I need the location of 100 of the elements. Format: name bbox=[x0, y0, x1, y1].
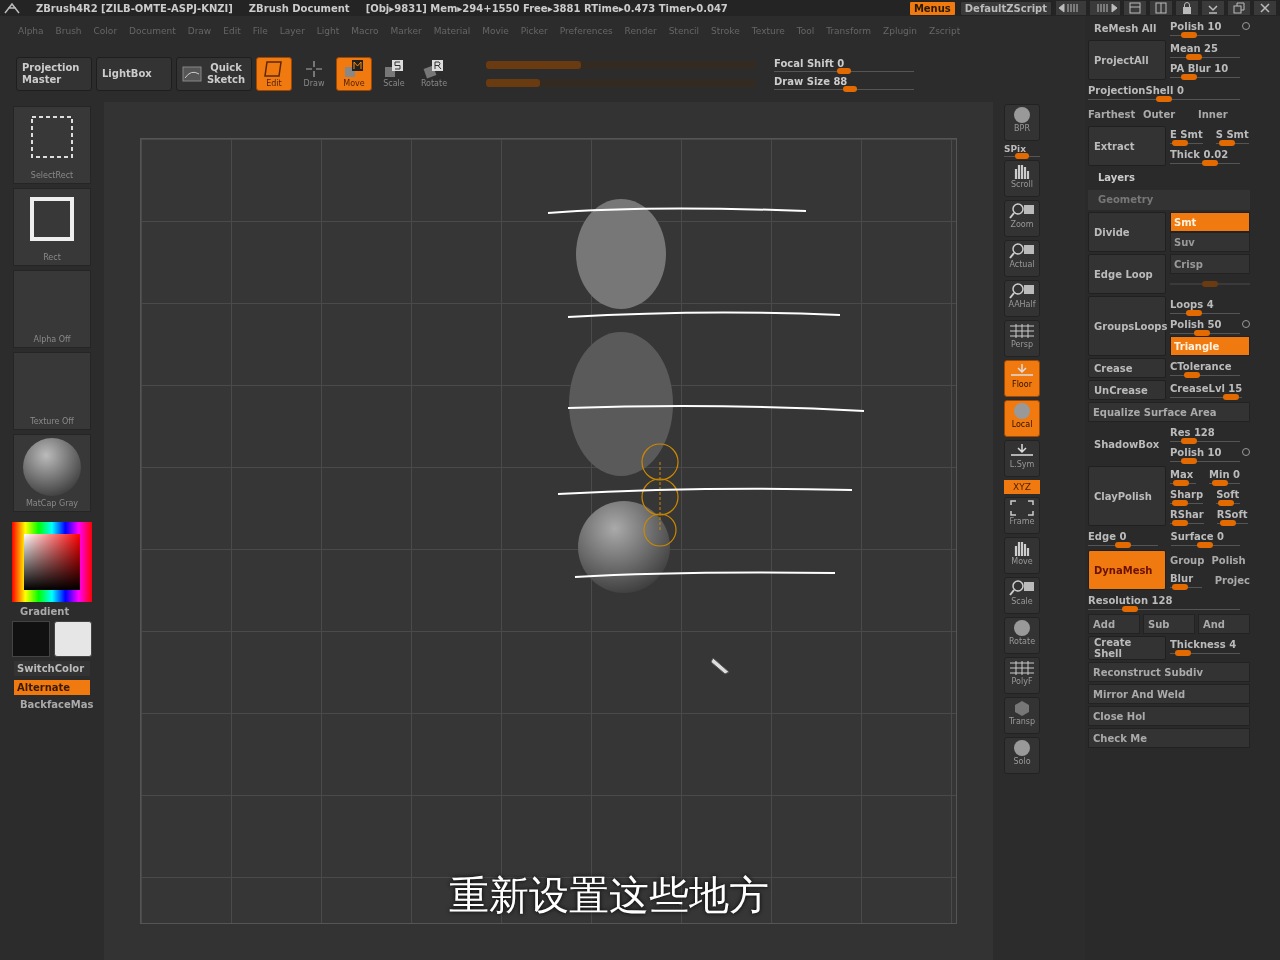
lock-icon[interactable] bbox=[1176, 1, 1198, 15]
tray-slider[interactable]: Thick 0.02 bbox=[1170, 146, 1250, 166]
tray-button[interactable]: ReMesh All bbox=[1088, 18, 1166, 38]
thumbnail-button[interactable]: Alpha Off bbox=[13, 270, 91, 348]
slider-thumb[interactable] bbox=[1180, 31, 1197, 38]
slider-thumb[interactable] bbox=[1171, 139, 1188, 146]
layout-icon[interactable] bbox=[1150, 1, 1172, 15]
tray-option[interactable]: Inner bbox=[1198, 108, 1250, 120]
tool-button[interactable]: Rotate bbox=[416, 57, 452, 91]
tray-slider[interactable]: CreaseLvl 15 bbox=[1170, 380, 1253, 400]
tray-slider[interactable]: Res 128 bbox=[1170, 424, 1250, 444]
tray-button[interactable]: Divide bbox=[1088, 212, 1166, 252]
thumbnail-button[interactable]: Rect bbox=[13, 188, 91, 266]
slider-thumb[interactable] bbox=[1186, 53, 1203, 60]
tray-slider[interactable]: E Smt bbox=[1170, 126, 1213, 146]
restore-icon[interactable] bbox=[1228, 1, 1250, 15]
tray-button[interactable]: Equalize Surface Area bbox=[1088, 402, 1250, 422]
tray-button[interactable]: Edge Loop bbox=[1088, 254, 1166, 294]
tray-slider[interactable]: Surface 0 bbox=[1170, 528, 1250, 548]
slider-thumb[interactable] bbox=[1114, 541, 1131, 548]
view-button[interactable]: Persp bbox=[1004, 320, 1040, 357]
tray-slider[interactable]: Min 0 bbox=[1209, 466, 1250, 486]
tray-slider[interactable]: PA Blur 10 bbox=[1170, 60, 1250, 80]
view-button[interactable]: Rotate bbox=[1004, 617, 1040, 654]
slider-thumb[interactable] bbox=[1171, 499, 1188, 506]
slider-thumb[interactable] bbox=[1156, 95, 1172, 102]
tray-slider[interactable]: Polish 10 bbox=[1170, 444, 1250, 464]
tray-button[interactable]: Check Me bbox=[1088, 728, 1250, 748]
slider[interactable]: Focal Shift 0 bbox=[774, 58, 914, 72]
tray-slider[interactable]: Loops 4 bbox=[1170, 296, 1250, 316]
thumbnail-button[interactable]: SelectRect bbox=[13, 106, 91, 184]
xyz-button[interactable]: XYZ bbox=[1004, 480, 1040, 494]
tool-button[interactable]: Draw bbox=[296, 57, 332, 91]
slider-thumb[interactable] bbox=[1122, 605, 1138, 612]
thumbnail-button[interactable]: Texture Off bbox=[13, 352, 91, 430]
minimize-icon[interactable] bbox=[1202, 1, 1224, 15]
slider-thumb[interactable] bbox=[1175, 649, 1192, 656]
tray-slider[interactable]: Resolution 128 bbox=[1088, 592, 1250, 612]
slider-thumb[interactable] bbox=[1183, 371, 1200, 378]
slider[interactable]: Draw Size 88 bbox=[774, 76, 914, 90]
tray-slider[interactable]: Blur bbox=[1170, 570, 1212, 590]
view-button[interactable]: Frame bbox=[1004, 497, 1040, 534]
view-button[interactable]: BPR bbox=[1004, 104, 1040, 141]
tool-button[interactable]: Move bbox=[336, 57, 372, 91]
view-button[interactable]: L.Sym bbox=[1004, 440, 1040, 477]
slider-thumb[interactable] bbox=[1180, 457, 1197, 464]
slider-thumb[interactable] bbox=[1202, 159, 1219, 166]
tray-button[interactable]: GroupsLoops bbox=[1088, 296, 1166, 356]
view-button[interactable]: Scroll bbox=[1004, 160, 1040, 197]
view-button[interactable]: Actual bbox=[1004, 240, 1040, 277]
color-picker[interactable] bbox=[12, 522, 92, 602]
tray-slider[interactable]: Polish 50 bbox=[1170, 316, 1250, 336]
slider-thumb[interactable] bbox=[1217, 499, 1234, 506]
tray-button[interactable]: Mirror And Weld bbox=[1088, 684, 1250, 704]
view-button[interactable]: Floor bbox=[1004, 360, 1040, 397]
slider-thumb[interactable] bbox=[843, 86, 858, 92]
tray-button[interactable]: Reconstruct Subdiv bbox=[1088, 662, 1250, 682]
layout-icon[interactable] bbox=[1124, 1, 1146, 15]
script-button[interactable]: DefaultZScript bbox=[959, 0, 1052, 16]
tray-option[interactable]: Projec bbox=[1214, 574, 1250, 586]
slider-thumb[interactable] bbox=[1223, 393, 1240, 400]
slider-thumb[interactable] bbox=[1015, 153, 1029, 159]
tray-toggle[interactable]: Crisp bbox=[1170, 254, 1250, 274]
slider-thumb[interactable] bbox=[1197, 541, 1214, 548]
tool-button[interactable]: Scale bbox=[376, 57, 412, 91]
secondary-color-swatch[interactable] bbox=[54, 621, 92, 657]
shelf-button[interactable]: Projection Master bbox=[16, 57, 92, 91]
view-button[interactable]: Zoom bbox=[1004, 200, 1040, 237]
palette-header[interactable]: Layers bbox=[1088, 168, 1250, 188]
alternate-button[interactable]: Alternate bbox=[14, 680, 90, 695]
tray-button[interactable]: ProjectAll bbox=[1088, 40, 1166, 80]
scroll-left-icon[interactable] bbox=[1056, 1, 1086, 15]
slider-thumb[interactable] bbox=[837, 68, 851, 74]
view-button[interactable]: Solo bbox=[1004, 737, 1040, 774]
slider-thumb[interactable] bbox=[1180, 73, 1197, 80]
tray-button[interactable]: ClayPolish bbox=[1088, 466, 1166, 526]
tray-slider[interactable]: S Smt bbox=[1215, 126, 1259, 146]
document-canvas[interactable]: 重新设置这些地方 bbox=[140, 138, 957, 924]
menus-button[interactable]: Menus bbox=[908, 0, 956, 16]
tray-slider[interactable]: Thickness 4 bbox=[1170, 636, 1250, 656]
slider-thumb[interactable] bbox=[1173, 479, 1189, 486]
view-button[interactable]: Move bbox=[1004, 537, 1040, 574]
view-button[interactable]: Local bbox=[1004, 400, 1040, 437]
tray-slider[interactable]: RShar bbox=[1170, 506, 1214, 526]
thumbnail-button[interactable]: MatCap Gray bbox=[13, 434, 91, 512]
slider-thumb[interactable] bbox=[1186, 309, 1203, 316]
tray-slider[interactable]: Sharp bbox=[1170, 486, 1214, 506]
shelf-button[interactable]: Quick Sketch bbox=[176, 57, 252, 91]
tray-slider[interactable]: Max bbox=[1170, 466, 1207, 486]
slider-thumb[interactable] bbox=[1171, 519, 1188, 526]
slider[interactable]: SPix bbox=[1004, 144, 1040, 157]
tray-button[interactable]: DynaMesh bbox=[1088, 550, 1166, 590]
main-color-swatch[interactable] bbox=[12, 621, 50, 657]
tray-button[interactable]: And bbox=[1198, 614, 1250, 634]
subpalette-header[interactable]: Geometry bbox=[1088, 190, 1250, 210]
tool-button[interactable]: Edit bbox=[256, 57, 292, 91]
tray-slider[interactable]: CTolerance bbox=[1170, 358, 1250, 378]
slider-thumb[interactable] bbox=[1212, 479, 1229, 486]
tray-toggle[interactable]: Suv bbox=[1170, 232, 1250, 252]
tray-button[interactable]: Add bbox=[1088, 614, 1140, 634]
